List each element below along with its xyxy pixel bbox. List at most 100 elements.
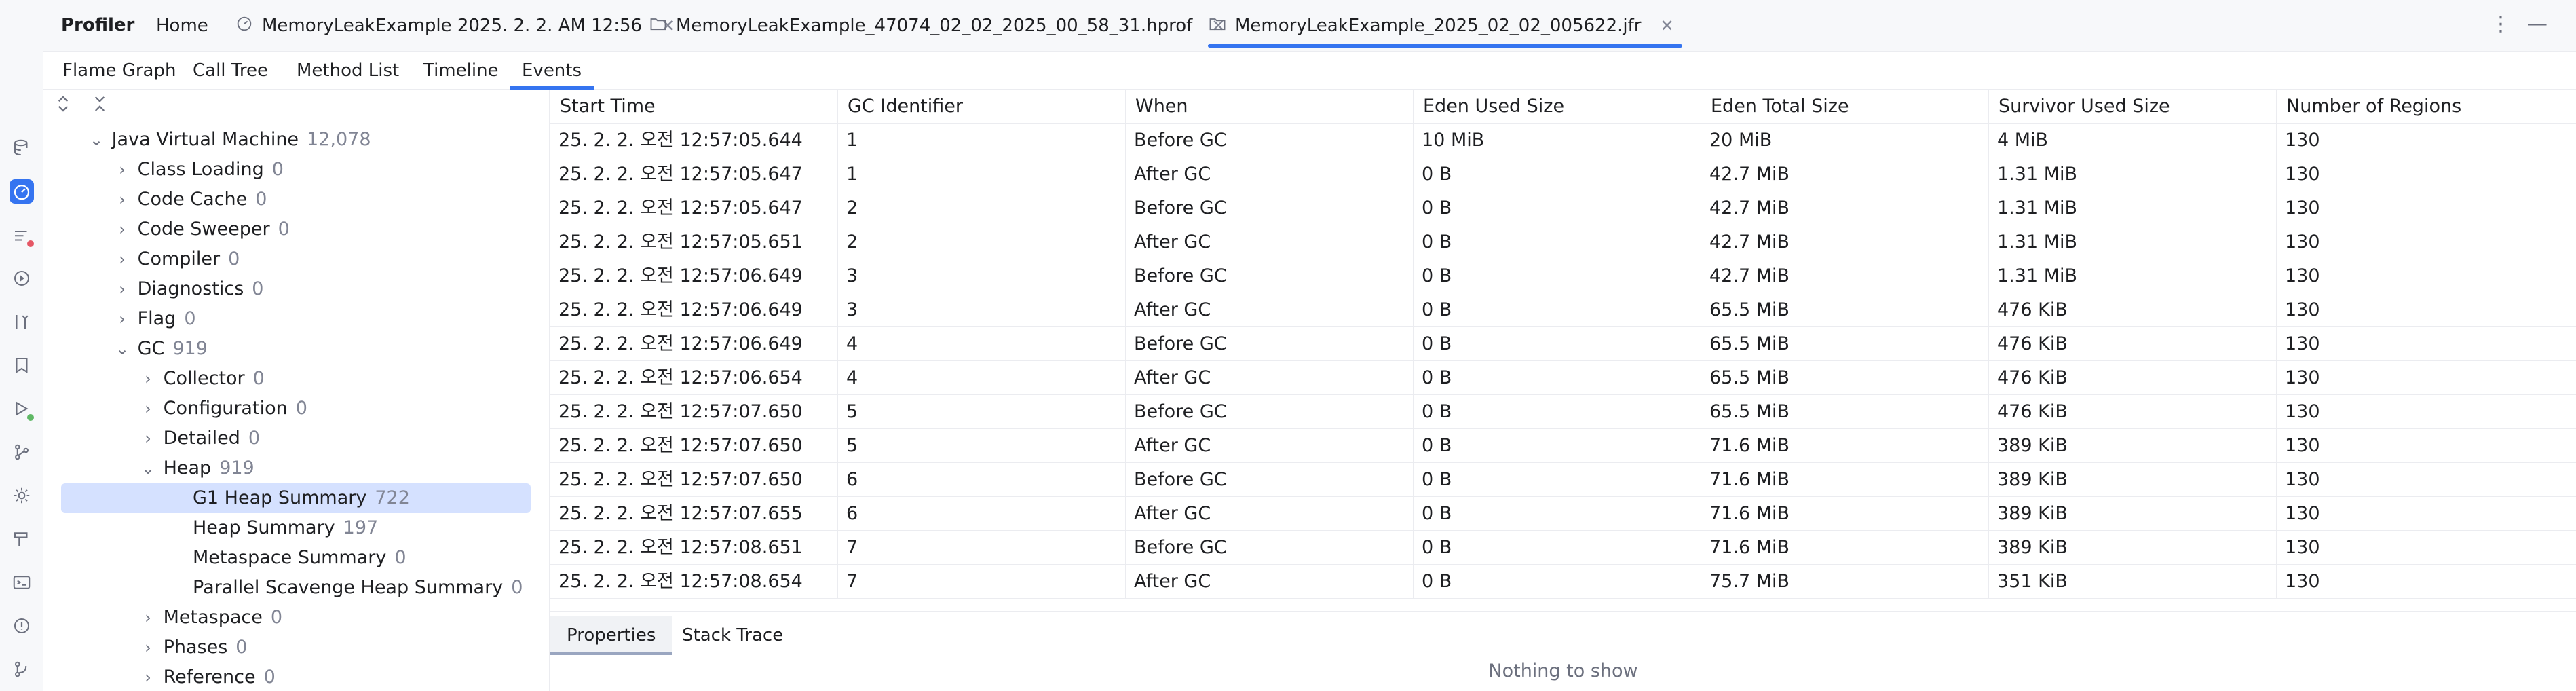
tree-node-gc[interactable]: ⌄ GC 919 bbox=[113, 334, 208, 364]
terminal-icon[interactable] bbox=[10, 570, 34, 595]
info-icon[interactable] bbox=[10, 614, 34, 638]
chevron-right-icon[interactable]: › bbox=[138, 603, 157, 633]
events-table: Start Time GC Identifier When Eden Used … bbox=[550, 90, 2576, 611]
tab-call-tree[interactable]: Call Tree bbox=[193, 52, 268, 90]
tree-node-metaspace-summary[interactable]: Metaspace Summary 0 bbox=[193, 543, 406, 573]
table-cell: 389 KiB bbox=[1989, 497, 2277, 531]
tab-hprof[interactable]: MemoryLeakExample_47074_02_02_2025_00_58… bbox=[649, 0, 1225, 52]
chevron-right-icon[interactable]: › bbox=[138, 662, 157, 691]
tree-node-count: 919 bbox=[219, 457, 254, 479]
chevron-down-icon[interactable]: ⌄ bbox=[138, 453, 157, 483]
column-header-start-time[interactable]: Start Time bbox=[550, 90, 838, 124]
tab-label: MemoryLeakExample_47074_02_02_2025_00_58… bbox=[676, 16, 1193, 36]
table-row[interactable]: 25. 2. 2. 오전 12:57:06.649 4 Before GC 0 B 65… bbox=[550, 327, 2576, 361]
run-icon[interactable] bbox=[10, 266, 34, 291]
table-row[interactable]: 25. 2. 2. 오전 12:57:08.651 7 Before GC 0 B 71… bbox=[550, 531, 2576, 565]
column-header-survivor-used-size[interactable]: Survivor Used Size bbox=[1989, 90, 2277, 124]
table-row[interactable]: 25. 2. 2. 오전 12:57:07.650 6 Before GC 0 B 71… bbox=[550, 463, 2576, 497]
tree-node-parallel-scavenge-heap-summary[interactable]: Parallel Scavenge Heap Summary 0 bbox=[193, 573, 523, 603]
build-icon[interactable] bbox=[10, 527, 34, 551]
chevron-down-icon[interactable]: ⌄ bbox=[87, 125, 106, 155]
tree-node-label: Compiler bbox=[137, 248, 221, 269]
more-vertical-icon[interactable]: ⋮ bbox=[2490, 12, 2511, 36]
column-header-when[interactable]: When bbox=[1126, 90, 1414, 124]
table-row[interactable]: 25. 2. 2. 오전 12:57:06.649 3 Before GC 0 B 42… bbox=[550, 259, 2576, 293]
chevron-right-icon[interactable]: › bbox=[113, 304, 132, 334]
problems-icon[interactable] bbox=[10, 223, 34, 247]
tree-node-code-sweeper[interactable]: › Code Sweeper 0 bbox=[113, 214, 290, 244]
table-cell: 2 bbox=[838, 191, 1126, 225]
tree-node-g1-heap-summary[interactable]: G1 Heap Summary 722 bbox=[193, 483, 410, 513]
tree-node-detailed[interactable]: › Detailed 0 bbox=[138, 424, 260, 453]
chevron-right-icon[interactable]: › bbox=[113, 155, 132, 185]
tree-node-count: 0 bbox=[270, 607, 283, 628]
expand-all-icon[interactable] bbox=[53, 94, 73, 121]
chevron-down-icon[interactable]: ⌄ bbox=[113, 334, 132, 364]
column-header-number-of-regions[interactable]: Number of Regions bbox=[2277, 90, 2576, 124]
settings-icon[interactable] bbox=[10, 483, 34, 508]
tree-node-heap-summary[interactable]: Heap Summary 197 bbox=[193, 513, 378, 543]
tab-timeline[interactable]: Timeline bbox=[423, 52, 499, 90]
tab-events[interactable]: Events bbox=[509, 52, 594, 90]
table-row[interactable]: 25. 2. 2. 오전 12:57:07.650 5 Before GC 0 B 65… bbox=[550, 395, 2576, 429]
table-row[interactable]: 25. 2. 2. 오전 12:57:05.647 2 Before GC 0 B 42… bbox=[550, 191, 2576, 225]
tree-node-flag[interactable]: › Flag 0 bbox=[113, 304, 196, 334]
vcs-icon[interactable] bbox=[10, 657, 34, 681]
table-cell: After GC bbox=[1126, 565, 1414, 599]
chevron-right-icon[interactable]: › bbox=[138, 633, 157, 662]
tree-node-jvm[interactable]: ⌄ Java Virtual Machine 12,078 bbox=[87, 125, 371, 155]
tree-node-collector[interactable]: › Collector 0 bbox=[138, 364, 265, 394]
profiler-icon[interactable] bbox=[10, 179, 34, 204]
pull-requests-icon[interactable] bbox=[10, 310, 34, 334]
table-cell: 20 MiB bbox=[1701, 124, 1989, 157]
tree-node-diagnostics[interactable]: › Diagnostics 0 bbox=[113, 274, 263, 304]
services-icon[interactable] bbox=[10, 396, 34, 421]
chevron-right-icon[interactable]: › bbox=[113, 244, 132, 274]
table-row[interactable]: 25. 2. 2. 오전 12:57:07.650 5 After GC 0 B 71.… bbox=[550, 429, 2576, 463]
tree-node-count: 0 bbox=[184, 308, 196, 329]
column-header-gc-identifier[interactable]: GC Identifier bbox=[838, 90, 1126, 124]
tree-node-metaspace[interactable]: › Metaspace 0 bbox=[138, 603, 282, 633]
tab-jfr[interactable]: MemoryLeakExample_2025_02_02_005622.jfr … bbox=[1208, 0, 1682, 52]
tool-window-stripe bbox=[0, 0, 43, 691]
tree-node-phases[interactable]: › Phases 0 bbox=[138, 633, 247, 662]
tab-stack-trace[interactable]: Stack Trace bbox=[682, 616, 783, 655]
tab-snapshot[interactable]: MemoryLeakExample 2025. 2. 2. AM 12:56 ✕ bbox=[235, 0, 675, 52]
tree-node-compiler[interactable]: › Compiler 0 bbox=[113, 244, 240, 274]
details-panel: Properties Stack Trace Nothing to show bbox=[550, 611, 2576, 691]
tree-node-heap[interactable]: ⌄ Heap 919 bbox=[138, 453, 254, 483]
table-cell: 389 KiB bbox=[1989, 531, 2277, 565]
git-icon[interactable] bbox=[10, 440, 34, 464]
tab-home[interactable]: Home bbox=[156, 0, 208, 52]
chevron-right-icon[interactable]: › bbox=[138, 364, 157, 394]
tree-node-reference[interactable]: › Reference 0 bbox=[138, 662, 276, 691]
chevron-right-icon[interactable]: › bbox=[138, 424, 157, 453]
chevron-right-icon[interactable]: › bbox=[113, 274, 132, 304]
table-row[interactable]: 25. 2. 2. 오전 12:57:08.654 7 After GC 0 B 75.… bbox=[550, 565, 2576, 599]
table-row[interactable]: 25. 2. 2. 오전 12:57:05.647 1 After GC 0 B 42.… bbox=[550, 157, 2576, 191]
close-icon[interactable]: ✕ bbox=[1660, 16, 1673, 35]
tab-method-list[interactable]: Method List bbox=[297, 52, 399, 90]
tree-node-class-loading[interactable]: › Class Loading 0 bbox=[113, 155, 284, 185]
chevron-right-icon[interactable]: › bbox=[138, 394, 157, 424]
table-row[interactable]: 25. 2. 2. 오전 12:57:05.644 1 Before GC 10 Mi… bbox=[550, 124, 2576, 157]
column-header-eden-used-size[interactable]: Eden Used Size bbox=[1414, 90, 1701, 124]
tree-node-code-cache[interactable]: › Code Cache 0 bbox=[113, 185, 267, 214]
collapse-all-icon[interactable] bbox=[90, 94, 110, 121]
tab-properties[interactable]: Properties bbox=[550, 616, 673, 655]
tree-node-configuration[interactable]: › Configuration 0 bbox=[138, 394, 307, 424]
bookmarks-icon[interactable] bbox=[10, 353, 34, 377]
chevron-right-icon[interactable]: › bbox=[113, 214, 132, 244]
column-header-eden-total-size[interactable]: Eden Total Size bbox=[1701, 90, 1989, 124]
chevron-right-icon[interactable]: › bbox=[113, 185, 132, 214]
table-cell: After GC bbox=[1126, 157, 1414, 191]
table-row[interactable]: 25. 2. 2. 오전 12:57:07.655 6 After GC 0 B 71.… bbox=[550, 497, 2576, 531]
minimize-icon[interactable]: — bbox=[2527, 12, 2547, 36]
table-cell: 130 bbox=[2285, 198, 2320, 219]
database-icon[interactable] bbox=[10, 136, 34, 160]
tab-flame-graph[interactable]: Flame Graph bbox=[62, 52, 176, 90]
table-cell: 476 KiB bbox=[1989, 293, 2277, 327]
table-row[interactable]: 25. 2. 2. 오전 12:57:05.651 2 After GC 0 B 42.… bbox=[550, 225, 2576, 259]
table-row[interactable]: 25. 2. 2. 오전 12:57:06.649 3 After GC 0 B 65.… bbox=[550, 293, 2576, 327]
table-row[interactable]: 25. 2. 2. 오전 12:57:06.654 4 After GC 0 B 65.… bbox=[550, 361, 2576, 395]
